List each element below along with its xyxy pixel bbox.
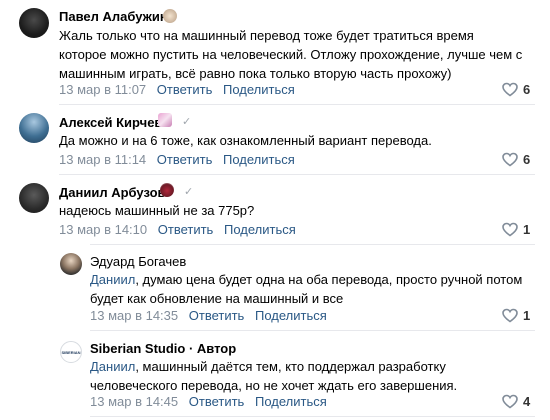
avatar[interactable] <box>19 113 49 143</box>
share-button[interactable]: Поделиться <box>255 308 327 323</box>
sticker-icon <box>158 113 172 127</box>
share-button[interactable]: Поделиться <box>255 394 327 409</box>
verified-icon: ✓ <box>184 186 194 198</box>
comment-meta: 13 мар в 14:35 Ответить Поделиться <box>90 308 327 323</box>
divider <box>90 244 535 245</box>
heart-icon <box>502 222 518 237</box>
reply-button[interactable]: Ответить <box>158 222 214 237</box>
comment-meta: 13 мар в 11:07 Ответить Поделиться <box>59 82 295 97</box>
reply-button[interactable]: Ответить <box>157 82 213 97</box>
sticker-icon <box>160 183 174 197</box>
comment-text: Жаль только что на машинный перевод тоже… <box>59 28 523 81</box>
sticker-icon <box>163 9 177 23</box>
verified-icon: ✓ <box>182 116 192 128</box>
avatar[interactable] <box>19 183 49 213</box>
comment-meta: 13 мар в 14:45 Ответить Поделиться <box>90 394 327 409</box>
comment-author[interactable]: Даниил Арбузов <box>59 185 166 200</box>
like-button[interactable]: 1 <box>502 308 530 323</box>
share-button[interactable]: Поделиться <box>223 152 295 167</box>
divider <box>90 330 535 331</box>
like-button[interactable]: 6 <box>502 152 530 167</box>
divider <box>90 416 535 417</box>
comment-author[interactable]: Siberian Studio · Автор <box>90 341 236 356</box>
avatar[interactable]: SIBERIAN <box>60 341 82 363</box>
avatar[interactable] <box>60 253 82 275</box>
avatar-logo-text: SIBERIAN <box>61 349 81 355</box>
like-count: 6 <box>523 82 531 97</box>
like-count: 1 <box>523 308 531 323</box>
divider <box>59 104 535 105</box>
avatar[interactable] <box>19 8 49 38</box>
comment-text: Даниил, машинный даётся тем, кто поддерж… <box>90 359 458 393</box>
comment-text: Даниил, думаю цена будет одна на оба пер… <box>90 272 523 306</box>
comment-author[interactable]: Алексей Кирчев <box>59 115 162 130</box>
heart-icon <box>502 394 518 409</box>
reply-button[interactable]: Ответить <box>157 152 213 167</box>
comment-date[interactable]: 13 мар в 14:45 <box>90 394 178 409</box>
comment-author[interactable]: Павел Алабужин <box>59 9 168 24</box>
comment-meta: 13 мар в 14:10 Ответить Поделиться <box>59 222 296 237</box>
comment-text: надеюсь машинный не за 775р? <box>59 203 255 218</box>
like-button[interactable]: 6 <box>502 82 530 97</box>
comment-text: Да можно и на 6 тоже, как ознакомленный … <box>59 133 432 148</box>
reply-button[interactable]: Ответить <box>189 308 245 323</box>
reply-button[interactable]: Ответить <box>189 394 245 409</box>
comment-date[interactable]: 13 мар в 11:07 <box>59 82 146 97</box>
like-count: 1 <box>523 222 531 237</box>
comment-meta: 13 мар в 11:14 Ответить Поделиться <box>59 152 295 167</box>
comment-date[interactable]: 13 мар в 11:14 <box>59 152 146 167</box>
share-button[interactable]: Поделиться <box>223 82 295 97</box>
heart-icon <box>502 308 518 323</box>
like-button[interactable]: 4 <box>502 394 530 409</box>
like-count: 4 <box>523 394 531 409</box>
like-button[interactable]: 1 <box>502 222 530 237</box>
comment-date[interactable]: 13 мар в 14:10 <box>59 222 147 237</box>
mention-link[interactable]: Даниил <box>90 359 135 374</box>
heart-icon <box>502 82 518 97</box>
mention-link[interactable]: Даниил <box>90 272 135 287</box>
heart-icon <box>502 152 518 167</box>
share-button[interactable]: Поделиться <box>224 222 296 237</box>
like-count: 6 <box>523 152 531 167</box>
comment-date[interactable]: 13 мар в 14:35 <box>90 308 178 323</box>
comment-author[interactable]: Эдуард Богачев <box>90 254 186 269</box>
divider <box>59 174 535 175</box>
